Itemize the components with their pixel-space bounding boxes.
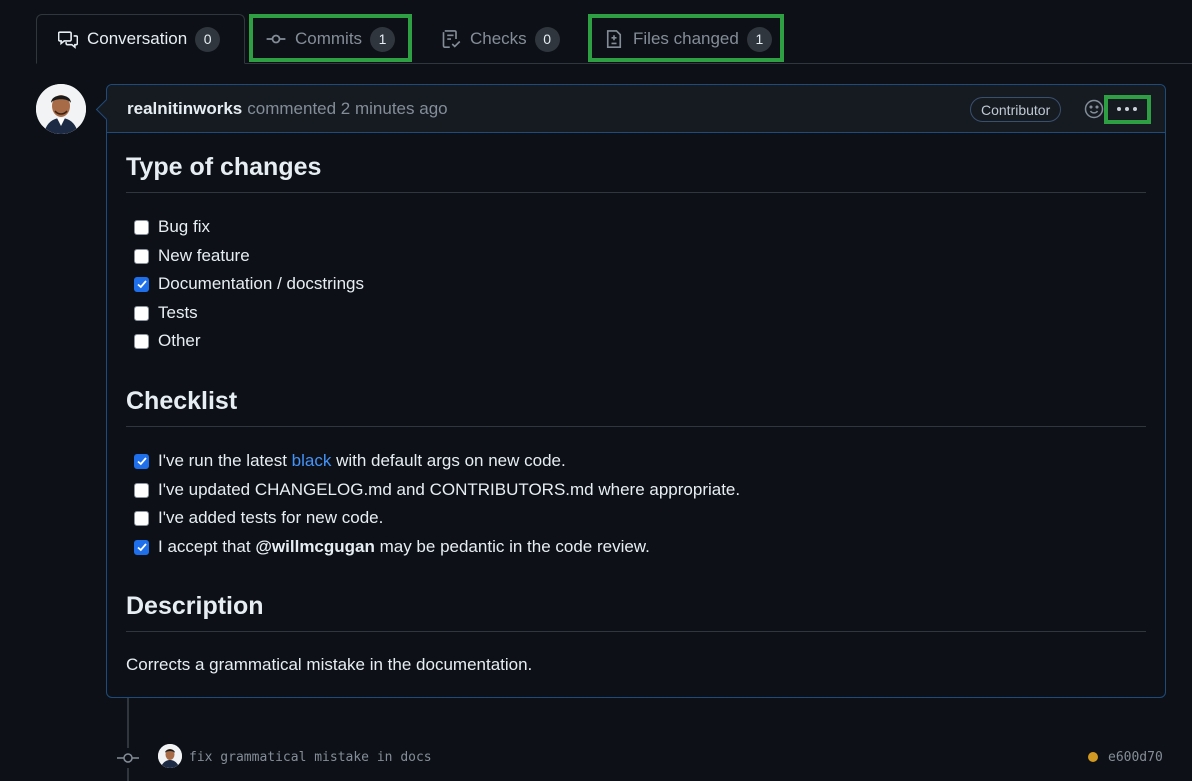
tab-commits[interactable]: Commits 1	[245, 14, 415, 64]
heading-divider	[126, 192, 1146, 193]
commit-author-avatar[interactable]	[158, 744, 182, 768]
tab-checks-label: Checks	[470, 29, 527, 48]
task-label: Bug fix	[158, 217, 210, 236]
tab-checks-counter: 0	[534, 26, 560, 52]
checkbox[interactable]	[134, 248, 149, 264]
add-reaction-icon[interactable]	[1083, 98, 1105, 120]
pr-description-comment: realnitinworks commented 2 minutes ago C…	[106, 84, 1166, 698]
description-heading: Description	[126, 592, 264, 620]
checkbox[interactable]	[134, 219, 149, 235]
task-label: I've updated CHANGELOG.md and CONTRIBUTO…	[158, 480, 741, 499]
checkbox[interactable]	[134, 510, 149, 526]
task-new-feature: New feature	[134, 246, 250, 266]
file-diff-icon	[603, 28, 625, 50]
comment-timestamp[interactable]: commented 2 minutes ago	[247, 99, 447, 119]
tab-commits-counter: 1	[370, 26, 396, 52]
heading-divider	[126, 631, 1146, 632]
checkbox[interactable]	[134, 333, 149, 349]
commit-status-pending-icon[interactable]	[1088, 752, 1098, 762]
tab-files-changed[interactable]: Files changed 1	[583, 14, 792, 64]
check-icon	[136, 543, 147, 552]
task-documentation: Documentation / docstrings	[134, 274, 364, 294]
description-text: Corrects a grammatical mistake in the do…	[126, 655, 533, 674]
task-label: I've added tests for new code.	[158, 508, 384, 527]
contributor-badge: Contributor	[970, 97, 1062, 122]
git-commit-icon	[265, 28, 287, 50]
checklist-item-black: I've run the latest black with default a…	[134, 451, 566, 471]
task-label: Other	[158, 331, 201, 350]
checkbox-checked[interactable]	[134, 276, 149, 292]
more-options-kebab-icon[interactable]	[1110, 101, 1144, 117]
checklist-item-changelog: I've updated CHANGELOG.md and CONTRIBUTO…	[134, 480, 740, 500]
checklist-item-tests: I've added tests for new code.	[134, 508, 383, 528]
comment-header: realnitinworks commented 2 minutes ago C…	[107, 85, 1165, 133]
tab-files-changed-label: Files changed	[633, 29, 739, 48]
pull-request-page: Conversation 0 Commits 1 Checks 0 Files …	[0, 0, 1192, 781]
task-label: Documentation / docstrings	[158, 274, 364, 293]
tab-files-changed-counter: 1	[746, 26, 772, 52]
tab-conversation-label: Conversation	[87, 29, 188, 48]
task-bug-fix: Bug fix	[134, 217, 210, 237]
checklist-icon	[440, 28, 462, 50]
checkbox-checked[interactable]	[134, 539, 149, 555]
commit-sha-link[interactable]: e600d70	[1108, 750, 1163, 765]
comment-discussion-icon	[57, 28, 79, 50]
comment-author[interactable]: realnitinworks	[127, 99, 242, 119]
checklist-heading: Checklist	[126, 387, 238, 415]
task-label: I accept that @willmcgugan may be pedant…	[158, 537, 650, 556]
checkbox[interactable]	[134, 482, 149, 498]
task-label: I've run the latest black with default a…	[158, 451, 566, 470]
heading-divider	[126, 426, 1146, 427]
git-commit-icon	[116, 748, 140, 768]
task-other: Other	[134, 331, 201, 351]
black-link[interactable]: black	[292, 451, 332, 470]
check-icon	[136, 457, 147, 466]
check-icon	[136, 280, 147, 289]
tab-commits-label: Commits	[295, 29, 363, 48]
commit-message-link[interactable]: fix grammatical mistake in docs	[189, 750, 432, 765]
checklist-item-pedantic: I accept that @willmcgugan may be pedant…	[134, 537, 650, 557]
task-tests: Tests	[134, 303, 198, 323]
checkbox-checked[interactable]	[134, 453, 149, 469]
tab-checks[interactable]: Checks 0	[420, 14, 580, 64]
task-label: Tests	[158, 303, 198, 322]
task-label: New feature	[158, 246, 250, 265]
type-of-changes-heading: Type of changes	[126, 153, 322, 181]
tab-conversation[interactable]: Conversation 0	[36, 14, 245, 64]
user-mention[interactable]: @willmcgugan	[255, 537, 375, 556]
timeline-line	[127, 698, 129, 781]
author-avatar[interactable]	[36, 84, 86, 134]
checkbox[interactable]	[134, 305, 149, 321]
tab-conversation-counter: 0	[195, 26, 221, 52]
